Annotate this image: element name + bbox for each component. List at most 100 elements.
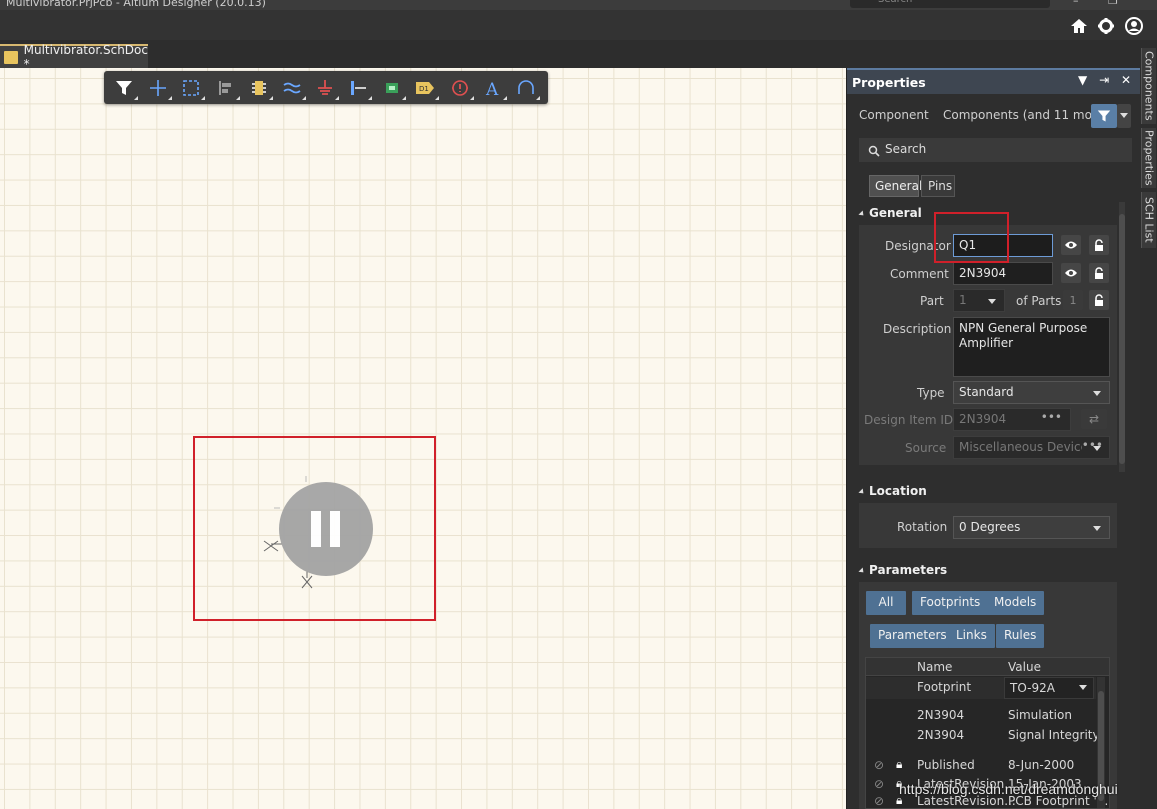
side-tab-sch-list[interactable]: SCH List bbox=[1141, 192, 1156, 248]
param-filter-parameters[interactable]: Parameters bbox=[870, 624, 955, 648]
param-filter-rules[interactable]: Rules bbox=[996, 624, 1045, 648]
move-tool-button[interactable] bbox=[146, 76, 172, 100]
panel-window-controls[interactable]: ▼ ⇥ ✕ bbox=[1078, 73, 1135, 87]
properties-search-input[interactable]: Search bbox=[859, 138, 1132, 162]
place-arc-button[interactable] bbox=[514, 76, 540, 100]
part-label: Part bbox=[920, 294, 944, 308]
filter-tool-button[interactable] bbox=[112, 76, 138, 100]
search-icon bbox=[868, 145, 880, 157]
param-filter-parameters-label: Parameters bbox=[878, 628, 947, 642]
rotation-select[interactable]: 0 Degrees bbox=[953, 516, 1110, 539]
svg-text:A: A bbox=[485, 80, 499, 97]
filter-label: Component bbox=[859, 108, 929, 122]
align-tool-button[interactable] bbox=[214, 76, 240, 100]
hidden-eye-icon[interactable]: ⊘ bbox=[874, 794, 884, 808]
side-tab-properties-label: Properties bbox=[1142, 130, 1156, 186]
more-icon: ••• bbox=[1040, 410, 1062, 424]
section-parameters-title[interactable]: Parameters bbox=[859, 563, 947, 577]
filter-value: Components (and 11 more) bbox=[943, 108, 1109, 122]
pause-icon bbox=[311, 511, 321, 547]
type-select[interactable]: Standard bbox=[953, 381, 1110, 404]
hidden-eye-icon[interactable]: ⊘ bbox=[874, 777, 884, 791]
param-value: Simulation bbox=[1008, 708, 1072, 722]
param-name: Footprint bbox=[917, 680, 972, 694]
description-label: Description bbox=[883, 322, 952, 336]
schematic-canvas[interactable]: D1 A bbox=[0, 68, 846, 809]
minimize-button[interactable]: – bbox=[1073, 0, 1079, 7]
restore-button[interactable]: ❐ bbox=[1108, 0, 1118, 7]
side-tab-sch-list-label: SCH List bbox=[1142, 197, 1156, 243]
parameters-table-header bbox=[866, 658, 1109, 676]
place-power-port-button[interactable] bbox=[313, 76, 339, 100]
crosshair-icon bbox=[150, 80, 166, 96]
document-tab-label: Multivibrator.SchDoc * bbox=[23, 43, 148, 71]
rotation-label: Rotation bbox=[897, 520, 948, 534]
properties-panel-header: Properties ▼ ⇥ ✕ bbox=[847, 68, 1141, 94]
place-part-button[interactable] bbox=[247, 76, 273, 100]
side-tab-properties[interactable]: Properties bbox=[1141, 128, 1156, 188]
svg-text:D1: D1 bbox=[419, 85, 429, 93]
lock-icon bbox=[1095, 294, 1103, 306]
user-account-icon[interactable] bbox=[1125, 17, 1143, 35]
hidden-eye-icon[interactable]: ⊘ bbox=[874, 758, 884, 772]
section-general-title[interactable]: General bbox=[859, 206, 922, 220]
footprint-select[interactable]: TO-92A bbox=[1004, 677, 1094, 699]
general-scrollbar[interactable] bbox=[1119, 202, 1125, 472]
side-tab-components[interactable]: Components bbox=[1141, 48, 1156, 124]
gear-icon[interactable] bbox=[1097, 17, 1115, 35]
global-search-input[interactable]: Search bbox=[850, 0, 1050, 8]
filter-icon bbox=[1097, 110, 1111, 122]
param-filter-footprints-label: Footprints bbox=[920, 595, 981, 609]
column-header-value[interactable]: Value bbox=[1008, 660, 1041, 674]
tab-multivibrator-schdoc[interactable]: Multivibrator.SchDoc * bbox=[0, 43, 148, 71]
place-directive-button[interactable] bbox=[448, 76, 474, 100]
search-placeholder: Search bbox=[885, 142, 927, 156]
place-text-button[interactable]: A bbox=[481, 76, 507, 100]
param-filter-links[interactable]: Links bbox=[948, 624, 995, 648]
place-harness-button[interactable] bbox=[346, 76, 372, 100]
part-lock-toggle[interactable] bbox=[1089, 290, 1109, 310]
type-label: Type bbox=[917, 386, 945, 400]
align-icon bbox=[219, 81, 231, 95]
place-sheet-symbol-button[interactable] bbox=[380, 76, 406, 100]
comment-value: 2N3904 bbox=[959, 266, 1007, 280]
select-tool-button[interactable] bbox=[179, 76, 205, 100]
section-location-title[interactable]: Location bbox=[859, 484, 927, 498]
ground-icon bbox=[318, 80, 332, 95]
column-header-name[interactable]: Name bbox=[917, 660, 952, 674]
part-value: 1 bbox=[959, 293, 967, 307]
component-icon bbox=[252, 81, 266, 95]
lock-icon[interactable]: 🔒︎ bbox=[896, 757, 902, 772]
properties-title: Properties bbox=[852, 74, 926, 90]
designator-visibility-toggle[interactable] bbox=[1061, 235, 1081, 255]
param-filter-all-label: All bbox=[878, 595, 894, 609]
comment-input[interactable]: 2N3904 bbox=[953, 262, 1053, 285]
param-filter-all[interactable]: All bbox=[866, 591, 906, 615]
text-icon: A bbox=[485, 80, 499, 97]
type-value: Standard bbox=[959, 385, 1014, 399]
comment-label: Comment bbox=[890, 267, 949, 281]
param-value: TO-92A bbox=[1010, 681, 1055, 695]
part-select[interactable]: 1 bbox=[953, 289, 1005, 312]
lock-icon bbox=[1095, 267, 1103, 279]
comment-lock-toggle[interactable] bbox=[1089, 263, 1109, 283]
home-icon[interactable] bbox=[1070, 17, 1088, 35]
place-wire-button[interactable] bbox=[280, 76, 306, 100]
param-filter-models[interactable]: Models bbox=[986, 591, 1045, 615]
description-textarea[interactable]: NPN General Purpose Amplifier bbox=[953, 317, 1110, 377]
place-port-button[interactable]: D1 bbox=[413, 76, 439, 100]
tab-general-label: General bbox=[875, 179, 923, 193]
video-pause-button[interactable] bbox=[279, 482, 373, 576]
of-parts-label: of Parts bbox=[1016, 294, 1062, 308]
tab-pins[interactable]: Pins bbox=[921, 175, 955, 197]
comment-visibility-toggle[interactable] bbox=[1061, 263, 1081, 283]
selection-rect-icon bbox=[183, 80, 199, 96]
filter-button[interactable] bbox=[1091, 104, 1117, 128]
wire-icon bbox=[283, 82, 301, 94]
description-value: NPN General Purpose Amplifier bbox=[959, 321, 1088, 350]
param-filter-footprints[interactable]: Footprints bbox=[912, 591, 989, 615]
filter-dropdown-button[interactable] bbox=[1117, 104, 1131, 128]
scroll-thumb[interactable] bbox=[1119, 214, 1125, 464]
tab-general[interactable]: General bbox=[869, 175, 923, 197]
designator-lock-toggle[interactable] bbox=[1089, 235, 1109, 255]
